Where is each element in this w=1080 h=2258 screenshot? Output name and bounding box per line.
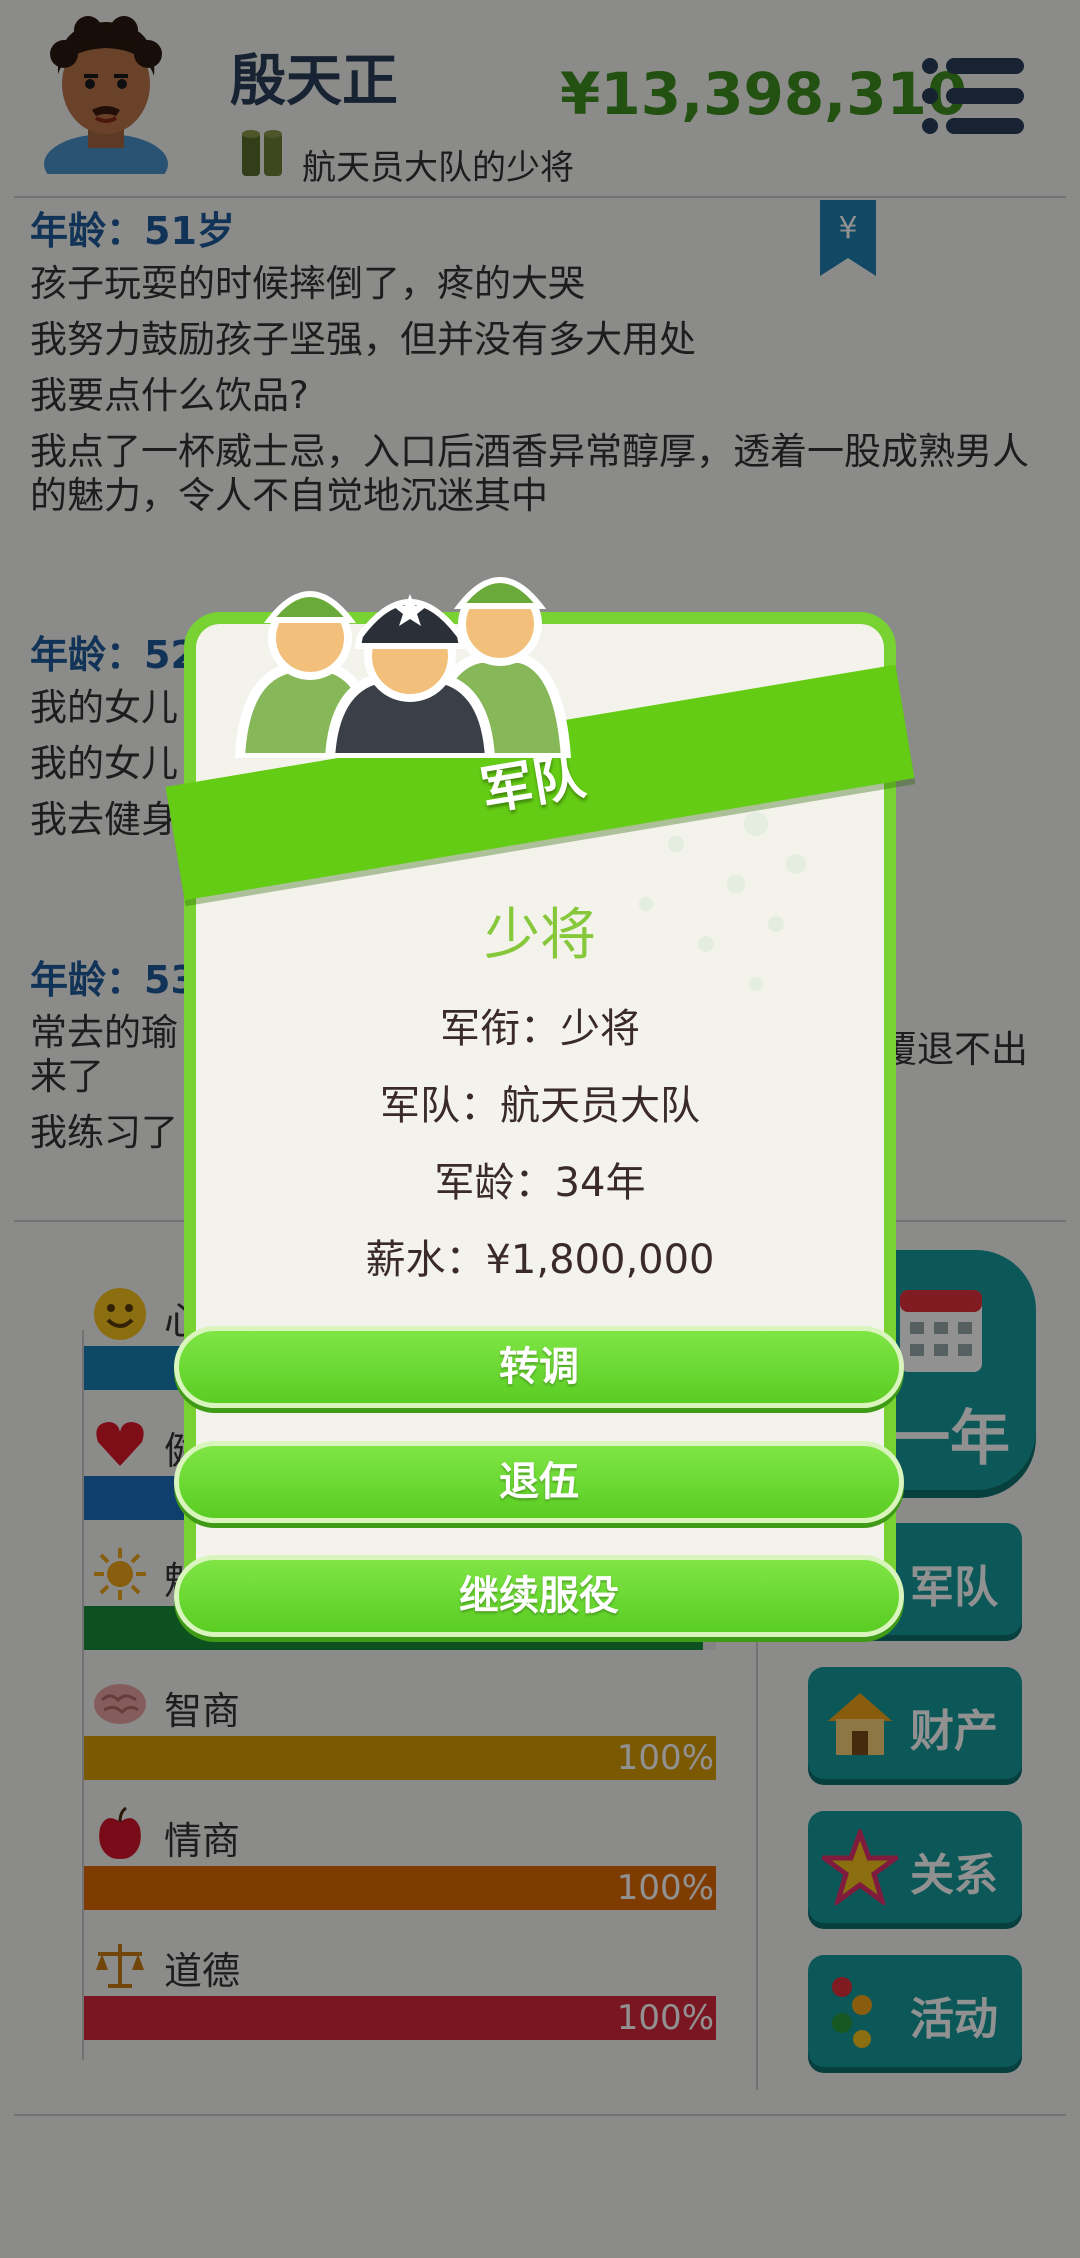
transfer-label: 转调 [499, 1344, 579, 1390]
continue-label: 继续服役 [459, 1573, 619, 1619]
retire-button[interactable]: 退伍 [174, 1441, 904, 1523]
transfer-button[interactable]: 转调 [174, 1326, 904, 1408]
rank-heading: 少将 [484, 903, 596, 968]
info-unit: 军队：航天员大队 [380, 1083, 700, 1129]
info-salary: 薪水：¥1,800,000 [365, 1237, 715, 1283]
retire-label: 退伍 [499, 1459, 579, 1505]
info-rank: 军衔：少将 [440, 1006, 640, 1052]
info-service-years: 军龄：34年 [434, 1160, 646, 1206]
soldiers-icon [235, 577, 571, 758]
continue-service-button[interactable]: 继续服役 [174, 1555, 904, 1637]
